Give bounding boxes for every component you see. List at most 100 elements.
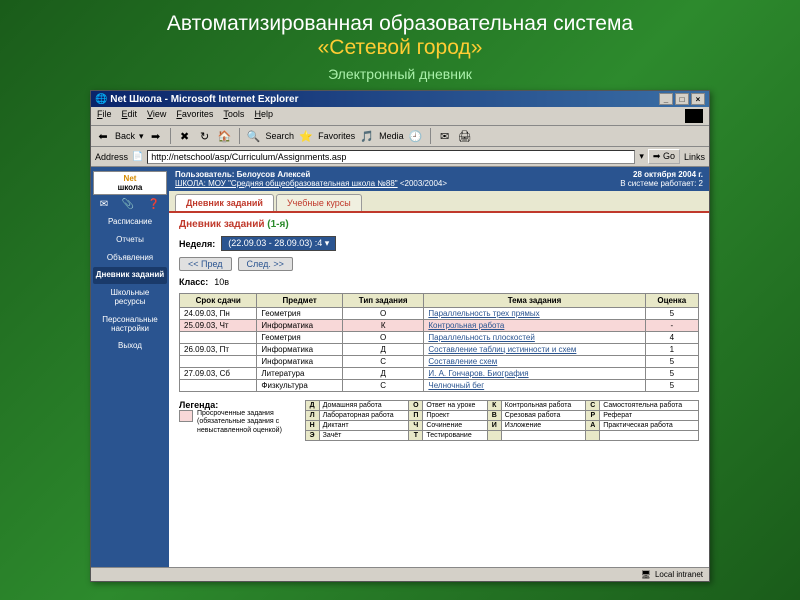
next-button[interactable]: След. >>: [238, 257, 293, 271]
ms-logo-icon: [685, 109, 703, 123]
menu-view[interactable]: View: [147, 109, 166, 123]
menu-tools[interactable]: Tools: [223, 109, 244, 123]
legend-desc: [501, 431, 585, 441]
online-count: В системе работает: 2: [620, 179, 703, 188]
topic-link[interactable]: Контрольная работа: [428, 321, 504, 330]
class-value: 10в: [214, 277, 229, 287]
table-cell: Параллельность плоскостей: [424, 332, 645, 344]
maximize-button[interactable]: □: [675, 93, 689, 105]
table-cell: 24.09.03, Пн: [180, 308, 257, 320]
zone-icon: 🖥: [641, 570, 651, 579]
legend-code: Д: [305, 401, 319, 411]
sidebar-item-diary[interactable]: Дневник заданий: [93, 267, 167, 284]
favorites-button[interactable]: Favorites: [318, 131, 355, 141]
legend-code: Э: [305, 431, 319, 441]
assignments-table: Срок сдачиПредметТип заданияТема задания…: [179, 293, 699, 392]
search-icon[interactable]: 🔍: [246, 128, 262, 144]
table-cell: С: [342, 380, 423, 392]
sidebar-item-reports[interactable]: Отчеты: [93, 232, 167, 249]
table-cell: И. А. Гончаров. Биография: [424, 368, 645, 380]
search-button[interactable]: Search: [266, 131, 295, 141]
go-button[interactable]: ➡ Go: [648, 149, 680, 164]
topic-link[interactable]: Параллельность плоскостей: [428, 333, 534, 342]
print-icon[interactable]: 🖨: [457, 128, 473, 144]
tab-diary[interactable]: Дневник заданий: [175, 194, 274, 211]
media-icon[interactable]: 🎵: [359, 128, 375, 144]
topic-link[interactable]: Параллельность трех прямых: [428, 309, 539, 318]
table-cell: 26.09.03, Пт: [180, 344, 257, 356]
toolbar: ⬅ Back ▾ ➡ ✖ ↻ 🏠 🔍Search ⭐Favorites 🎵Med…: [91, 126, 709, 147]
topic-link[interactable]: Составление схем: [428, 357, 497, 366]
table-cell: 25.09.03, Чт: [180, 320, 257, 332]
legend-code: [586, 431, 600, 441]
status-bar: 🖥 Local intranet: [91, 567, 709, 581]
table-cell: Составление схем: [424, 356, 645, 368]
legend-code: О: [409, 401, 423, 411]
menu-file[interactable]: File: [97, 109, 112, 123]
menu-help[interactable]: Help: [254, 109, 273, 123]
legend-desc: Ответ на уроке: [423, 401, 487, 411]
history-icon[interactable]: 🕘: [408, 128, 424, 144]
table-row: 26.09.03, ПтИнформатикаД Составление табл…: [180, 344, 699, 356]
sidebar-item-exit[interactable]: Выход: [93, 338, 167, 355]
topic-link[interactable]: Составление таблиц истинности и схем: [428, 345, 576, 354]
refresh-icon[interactable]: ↻: [197, 128, 213, 144]
table-cell: Информатика: [257, 344, 343, 356]
links-button[interactable]: Links: [684, 152, 705, 162]
page-icon: 📄: [132, 151, 143, 162]
sidebar-item-announcements[interactable]: Объявления: [93, 250, 167, 267]
table-cell: Челночный бег: [424, 380, 645, 392]
home-icon[interactable]: 🏠: [217, 128, 233, 144]
browser-window: 🌐 Net Школа - Microsoft Internet Explore…: [90, 90, 710, 582]
school-link[interactable]: ШКОЛА: МОУ "Средняя общеобразовательная …: [175, 179, 398, 188]
help-icon[interactable]: ❓: [148, 199, 160, 210]
class-label: Класс:: [179, 277, 208, 287]
topic-link[interactable]: Челночный бег: [428, 381, 484, 390]
table-cell: Контрольная работа: [424, 320, 645, 332]
legend-code: С: [586, 401, 600, 411]
table-row: 25.09.03, ЧтИнформатикаККонтрольная рабо…: [180, 320, 699, 332]
current-date: 28 октября 2004 г.: [633, 170, 703, 179]
table-row: 27.09.03, СбЛитератураДИ. А. Гончаров. Б…: [180, 368, 699, 380]
table-cell: Геометрия: [257, 332, 343, 344]
address-input[interactable]: http://netschool/asp/Curriculum/Assignme…: [147, 150, 635, 164]
favorites-icon[interactable]: ⭐: [298, 128, 314, 144]
mail-sidebar-icon[interactable]: ✉: [100, 199, 108, 210]
table-cell: 5: [645, 308, 698, 320]
tab-courses[interactable]: Учебные курсы: [276, 194, 362, 211]
mail-icon[interactable]: ✉: [437, 128, 453, 144]
week-select[interactable]: (22.09.03 - 28.09.03) :4 ▾: [221, 236, 336, 251]
table-cell: 1: [645, 344, 698, 356]
menu-edit[interactable]: Edit: [122, 109, 138, 123]
status-text: Local intranet: [655, 570, 703, 579]
close-button[interactable]: ×: [691, 93, 705, 105]
dropdown-icon[interactable]: ▾: [639, 151, 644, 162]
table-cell: [180, 356, 257, 368]
sidebar-item-settings[interactable]: Персональные настройки: [93, 312, 167, 338]
table-header: Тип задания: [342, 294, 423, 308]
table-cell: [180, 332, 257, 344]
table-row: ИнформатикаССоставление схем5: [180, 356, 699, 368]
stop-icon[interactable]: ✖: [177, 128, 193, 144]
legend-code: К: [487, 401, 501, 411]
media-button[interactable]: Media: [379, 131, 404, 141]
topic-link[interactable]: И. А. Гончаров. Биография: [428, 369, 528, 378]
back-button[interactable]: Back: [115, 131, 135, 141]
prev-button[interactable]: << Пред: [179, 257, 232, 271]
sidebar-item-schedule[interactable]: Расписание: [93, 214, 167, 231]
back-icon[interactable]: ⬅: [95, 128, 111, 144]
table-header: Оценка: [645, 294, 698, 308]
menu-favorites[interactable]: Favorites: [176, 109, 213, 123]
tabs: Дневник заданий Учебные курсы: [169, 191, 709, 213]
slide-title: Автоматизированная образовательная систе…: [24, 12, 776, 60]
minimize-button[interactable]: _: [659, 93, 673, 105]
legend-code: И: [487, 421, 501, 431]
sidebar-item-resources[interactable]: Школьные ресурсы: [93, 285, 167, 311]
school-year: <2003/2004>: [400, 179, 447, 188]
menubar: File Edit View Favorites Tools Help: [91, 107, 709, 126]
forward-icon[interactable]: ➡: [148, 128, 164, 144]
table-cell: Физкультура: [257, 380, 343, 392]
table-cell: 5: [645, 356, 698, 368]
table-cell: Д: [342, 344, 423, 356]
attach-icon[interactable]: 📎: [122, 199, 134, 210]
